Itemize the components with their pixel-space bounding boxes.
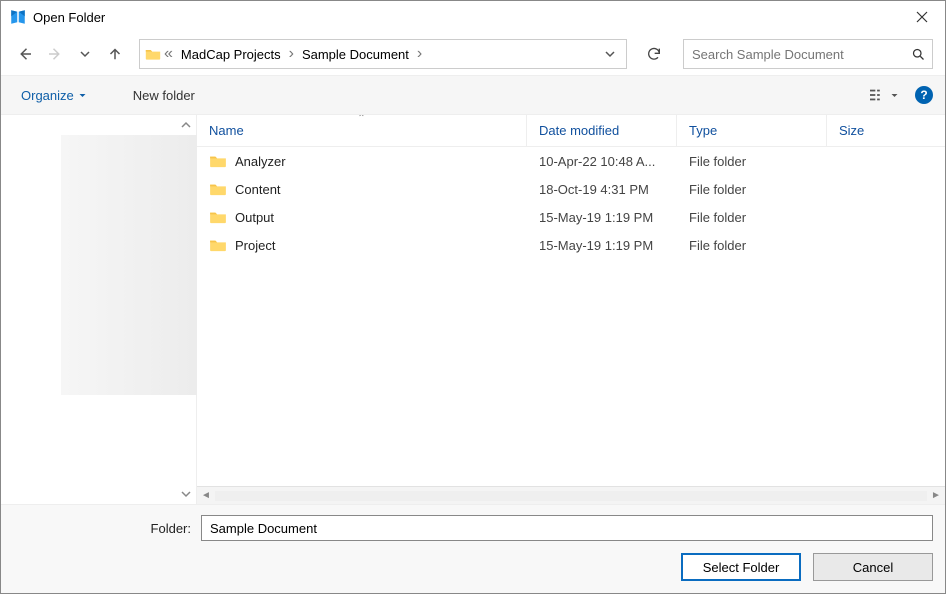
table-row[interactable]: Analyzer 10-Apr-22 10:48 A...File folder [197,147,945,175]
folder-icon [209,238,227,252]
file-name: Output [235,210,274,225]
nav-pane-placeholder [61,135,197,395]
file-date: 15-May-19 1:19 PM [527,238,677,253]
col-name-label: Name [209,123,244,138]
organize-label: Organize [21,88,74,103]
chevron-right-icon: › [415,45,424,63]
dialog-footer: Folder: Select Folder Cancel [1,504,945,593]
window-title: Open Folder [33,10,105,25]
scroll-down-icon[interactable] [180,488,192,500]
scroll-right-icon[interactable]: ► [927,490,945,501]
search-box[interactable] [683,39,933,69]
file-date: 15-May-19 1:19 PM [527,210,677,225]
view-options[interactable] [870,88,899,102]
table-row[interactable]: Content 18-Oct-19 4:31 PMFile folder [197,175,945,203]
refresh-button[interactable] [639,39,669,69]
close-button[interactable] [899,1,945,33]
cancel-button[interactable]: Cancel [813,553,933,581]
folder-icon [144,47,162,61]
breadcrumb-item[interactable]: Sample Document [296,40,415,68]
folder-icon [209,210,227,224]
table-row[interactable]: Output 15-May-19 1:19 PMFile folder [197,203,945,231]
file-date: 10-Apr-22 10:48 A... [527,154,677,169]
file-type: File folder [677,238,827,253]
scroll-up-icon[interactable] [180,119,192,131]
scroll-left-icon[interactable]: ◄ [197,490,215,501]
file-date: 18-Oct-19 4:31 PM [527,182,677,197]
horizontal-scrollbar[interactable]: ◄ ► [197,486,945,504]
file-list-area: ⌃ Name Date modified Type Size Analyzer 1… [197,115,945,504]
title-bar: Open Folder [1,1,945,33]
folder-icon [209,154,227,168]
nav-row: « MadCap Projects › Sample Document › [1,33,945,75]
new-folder-label: New folder [133,88,195,103]
nav-pane[interactable] [1,115,197,504]
sort-caret-icon: ⌃ [357,115,365,124]
folder-label: Folder: [13,521,191,536]
dialog-body: ⌃ Name Date modified Type Size Analyzer 1… [1,115,945,504]
file-type: File folder [677,182,827,197]
col-type[interactable]: Type [677,115,827,146]
folder-icon [209,182,227,196]
button-row: Select Folder Cancel [13,553,933,581]
breadcrumb-bar[interactable]: « MadCap Projects › Sample Document › [139,39,627,69]
app-icon [9,8,27,26]
path-dropdown[interactable] [598,48,622,60]
file-type: File folder [677,210,827,225]
select-folder-button[interactable]: Select Folder [681,553,801,581]
up-button[interactable] [103,40,127,68]
col-size-label: Size [839,123,864,138]
col-date-label: Date modified [539,123,619,138]
toolbar: Organize New folder ? [1,75,945,115]
column-headers: ⌃ Name Date modified Type Size [197,115,945,147]
chevron-right-icon: › [287,45,296,63]
file-name: Project [235,238,275,253]
file-list[interactable]: Analyzer10-Apr-22 10:48 A...File folderC… [197,147,945,486]
recent-dropdown[interactable] [73,40,97,68]
forward-button[interactable] [43,40,67,68]
folder-name-row: Folder: [13,515,933,541]
file-name: Content [235,182,281,197]
back-button[interactable] [13,40,37,68]
col-size[interactable]: Size [827,115,945,146]
col-type-label: Type [689,123,717,138]
breadcrumb-item[interactable]: MadCap Projects [175,40,287,68]
help-icon[interactable]: ? [915,86,933,104]
folder-name-input[interactable] [201,515,933,541]
new-folder-button[interactable]: New folder [125,84,203,107]
organize-menu[interactable]: Organize [13,84,95,107]
chevron-left-icon: « [162,45,175,63]
scroll-track[interactable] [215,491,927,501]
table-row[interactable]: Project 15-May-19 1:19 PMFile folder [197,231,945,259]
col-date[interactable]: Date modified [527,115,677,146]
col-name[interactable]: ⌃ Name [197,115,527,146]
file-type: File folder [677,154,827,169]
file-name: Analyzer [235,154,286,169]
search-input[interactable] [684,47,904,62]
search-icon[interactable] [904,47,932,62]
